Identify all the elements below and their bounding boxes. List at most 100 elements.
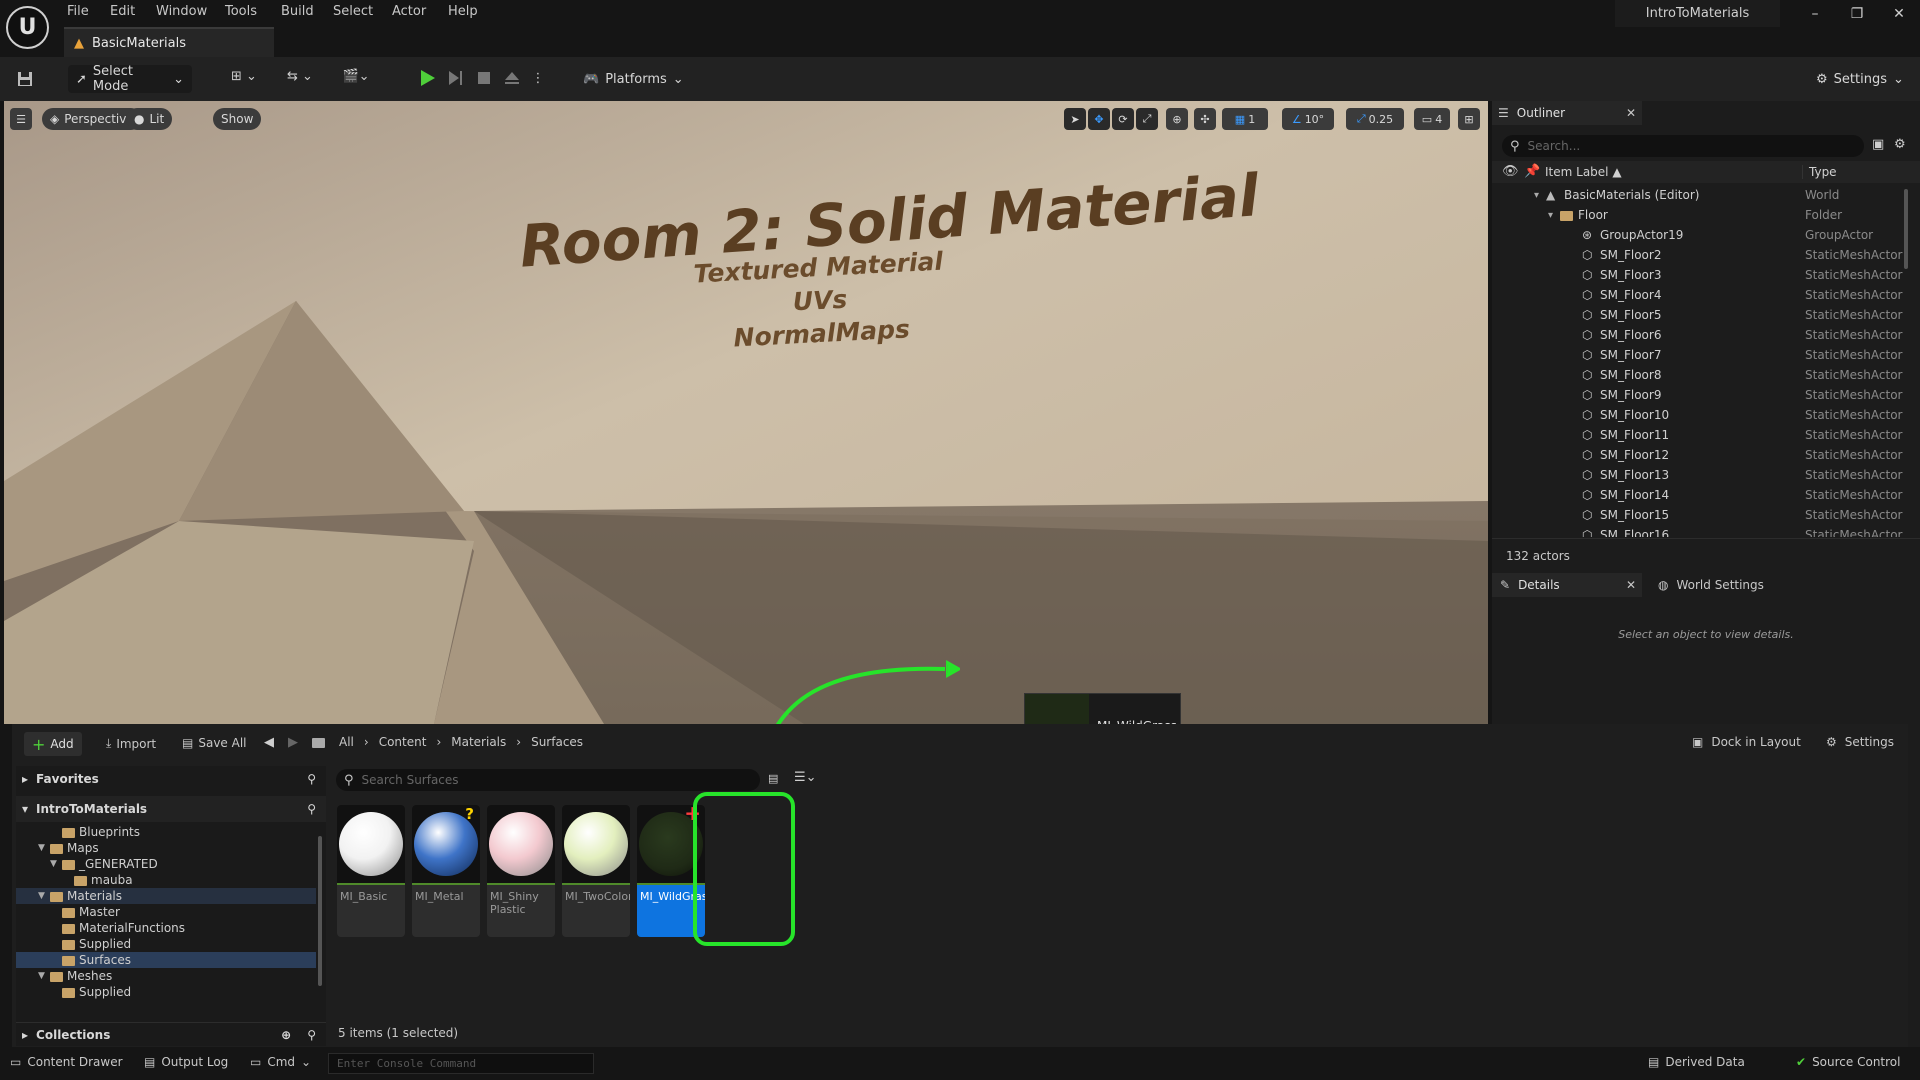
lit-button[interactable]: ● Lit xyxy=(126,108,173,130)
collections-section[interactable]: ▸ Collections ⊕ ⚲ xyxy=(16,1022,326,1046)
type-column[interactable]: Type xyxy=(1802,165,1837,179)
import-button[interactable]: ⤓ Import xyxy=(106,736,156,751)
asset-tile[interactable]: MI_Shiny Plastic xyxy=(487,805,555,937)
grid-snap-button[interactable]: ▦ 1 xyxy=(1222,108,1268,130)
restore-icon[interactable]: ❐ xyxy=(1842,6,1872,22)
search-icon[interactable]: ⚲ xyxy=(307,802,316,816)
menu-select[interactable]: Select xyxy=(333,4,373,19)
menu-tools[interactable]: Tools xyxy=(225,4,257,19)
back-icon[interactable]: ◀ xyxy=(264,735,274,750)
outliner-row[interactable]: ⬡ SM_Floor12 StaticMeshActor xyxy=(1492,445,1910,465)
folder-tree-item[interactable]: ▼ Materials xyxy=(16,888,316,904)
viewport-layout-icon[interactable]: ⊞ xyxy=(1458,108,1480,130)
settings-dropdown[interactable]: ⚙ Settings ⌄ xyxy=(1808,65,1912,93)
dock-in-layout-button[interactable]: ▣ Dock in Layout xyxy=(1692,735,1801,749)
details-tab[interactable]: ✎ Details ✕ xyxy=(1492,573,1642,597)
translate-tool-icon[interactable]: ✥ xyxy=(1088,108,1110,130)
outliner-row[interactable]: ⬡ SM_Floor10 StaticMeshActor xyxy=(1492,405,1910,425)
folder-tree-item[interactable]: mauba xyxy=(16,872,316,888)
hamburger-menu-icon[interactable]: ☰ xyxy=(10,108,32,130)
outliner-row[interactable]: ⬡ SM_Floor16 StaticMeshActor xyxy=(1492,525,1910,537)
scale-snap-button[interactable]: ⤢ 0.25 xyxy=(1346,108,1404,130)
step-icon[interactable] xyxy=(444,67,466,89)
folder-tree-item[interactable]: Blueprints xyxy=(16,824,316,840)
outliner-row[interactable]: ⊛ GroupActor19 GroupActor xyxy=(1492,225,1910,245)
outliner-row[interactable]: ▾ Floor Folder xyxy=(1492,205,1910,225)
item-label-column[interactable]: Item Label ▲ xyxy=(1545,165,1622,179)
add-button[interactable]: + Add xyxy=(24,732,82,756)
source-control-button[interactable]: ✔ Source Control xyxy=(1796,1055,1900,1069)
minimize-icon[interactable]: – xyxy=(1800,6,1830,22)
unreal-logo-icon[interactable]: U xyxy=(6,6,49,49)
close-window-icon[interactable]: ✕ xyxy=(1884,6,1914,22)
world-settings-tab[interactable]: ◍ World Settings xyxy=(1658,573,1764,597)
folder-tree-item[interactable]: ▼ Maps xyxy=(16,840,316,856)
folder-tree-item[interactable]: MaterialFunctions xyxy=(16,920,316,936)
folder-tree-item[interactable]: Master xyxy=(16,904,316,920)
project-section[interactable]: ▾ IntroToMaterials ⚲ xyxy=(16,796,326,822)
outliner-scrollbar[interactable] xyxy=(1904,189,1908,269)
close-icon[interactable]: ✕ xyxy=(1626,578,1636,592)
folder-tree-item[interactable]: Supplied xyxy=(16,984,316,1000)
outliner-row[interactable]: ⬡ SM_Floor2 StaticMeshActor xyxy=(1492,245,1910,265)
rotate-tool-icon[interactable]: ⟳ xyxy=(1112,108,1134,130)
cmd-dropdown[interactable]: ▭ Cmd ⌄ xyxy=(250,1055,311,1069)
outliner-row[interactable]: ⬡ SM_Floor7 StaticMeshActor xyxy=(1492,345,1910,365)
select-tool-icon[interactable]: ➤ xyxy=(1064,108,1086,130)
search-icon[interactable]: ⚲ xyxy=(307,1028,316,1042)
outliner-row[interactable]: ⬡ SM_Floor5 StaticMeshActor xyxy=(1492,305,1910,325)
folder-tree-item[interactable]: ▼ _GENERATED xyxy=(16,856,316,872)
outliner-tab[interactable]: ☰ Outliner ✕ xyxy=(1492,101,1642,125)
outliner-search-input[interactable]: ⚲ Search... xyxy=(1502,135,1864,157)
cb-settings-button[interactable]: ⚙ Settings xyxy=(1826,735,1894,749)
menu-build[interactable]: Build xyxy=(281,4,314,19)
blueprint-icon[interactable]: ⇆ ⌄ xyxy=(282,69,318,84)
outliner-row[interactable]: ⬡ SM_Floor11 StaticMeshActor xyxy=(1492,425,1910,445)
stop-icon[interactable] xyxy=(473,67,495,89)
search-icon[interactable]: ⚲ xyxy=(307,772,316,786)
content-drawer-button[interactable]: ▭ Content Drawer xyxy=(10,1055,123,1069)
folder-tree-item[interactable]: Supplied xyxy=(16,936,316,952)
outliner-row[interactable]: ⬡ SM_Floor8 StaticMeshActor xyxy=(1492,365,1910,385)
outliner-row[interactable]: ⬡ SM_Floor3 StaticMeshActor xyxy=(1492,265,1910,285)
console-command-input[interactable]: Enter Console Command xyxy=(328,1053,594,1074)
expand-arrow-icon[interactable]: ▾ xyxy=(1548,210,1553,221)
close-icon[interactable]: ✕ xyxy=(1626,106,1636,120)
eye-icon[interactable]: 👁 xyxy=(1502,164,1519,179)
select-mode-dropdown[interactable]: ➚ Select Mode ⌄ xyxy=(68,64,192,94)
expand-arrow-icon[interactable]: ▾ xyxy=(1534,190,1539,201)
forward-icon[interactable]: ▶ xyxy=(288,735,298,750)
pin-icon[interactable]: 📌 xyxy=(1524,164,1540,179)
menu-help[interactable]: Help xyxy=(448,4,478,19)
angle-snap-button[interactable]: ∠ 10° xyxy=(1282,108,1334,130)
outliner-settings-icon[interactable]: ⚙ xyxy=(1894,137,1906,152)
favorites-section[interactable]: ▸ Favorites ⚲ xyxy=(16,766,326,792)
show-button[interactable]: Show xyxy=(213,108,262,130)
output-log-button[interactable]: ▤ Output Log xyxy=(144,1055,228,1069)
folder-tree-scrollbar[interactable] xyxy=(318,836,322,986)
menu-file[interactable]: File xyxy=(67,4,89,19)
platforms-dropdown[interactable]: 🎮 Platforms ⌄ xyxy=(575,65,692,93)
more-options-icon[interactable]: ⋮ xyxy=(532,67,545,89)
new-folder-icon[interactable]: ▣ xyxy=(1872,137,1884,152)
surface-snap-icon[interactable]: ✣ xyxy=(1194,108,1216,130)
eject-icon[interactable] xyxy=(501,67,523,89)
level-viewport[interactable]: Room 2: Solid Material Textured Material… xyxy=(4,101,1488,724)
menu-window[interactable]: Window xyxy=(156,4,207,19)
asset-tile[interactable]: MI_Metal? xyxy=(412,805,480,937)
scale-tool-icon[interactable]: ⤢ xyxy=(1136,108,1158,130)
outliner-row[interactable]: ⬡ SM_Floor4 StaticMeshActor xyxy=(1492,285,1910,305)
level-tab[interactable]: ▲ BasicMaterials xyxy=(64,27,274,57)
folder-tree-item[interactable]: ▼ Meshes xyxy=(16,968,316,984)
save-all-button[interactable]: ▤ Save All xyxy=(182,736,247,750)
asset-tile[interactable]: MI_TwoColor xyxy=(562,805,630,937)
outliner-row[interactable]: ▾ ▲ BasicMaterials (Editor) World xyxy=(1492,185,1910,205)
save-icon[interactable] xyxy=(15,69,35,89)
menu-edit[interactable]: Edit xyxy=(110,4,135,19)
camera-speed-button[interactable]: ▭ 4 xyxy=(1414,108,1450,130)
outliner-row[interactable]: ⬡ SM_Floor15 StaticMeshActor xyxy=(1492,505,1910,525)
cinematics-icon[interactable]: 🎬⌄ xyxy=(338,69,374,84)
folder-tree-item[interactable]: Surfaces xyxy=(16,952,316,968)
outliner-row[interactable]: ⬡ SM_Floor13 StaticMeshActor xyxy=(1492,465,1910,485)
add-actor-icon[interactable]: ⊞ ⌄ xyxy=(226,69,262,84)
